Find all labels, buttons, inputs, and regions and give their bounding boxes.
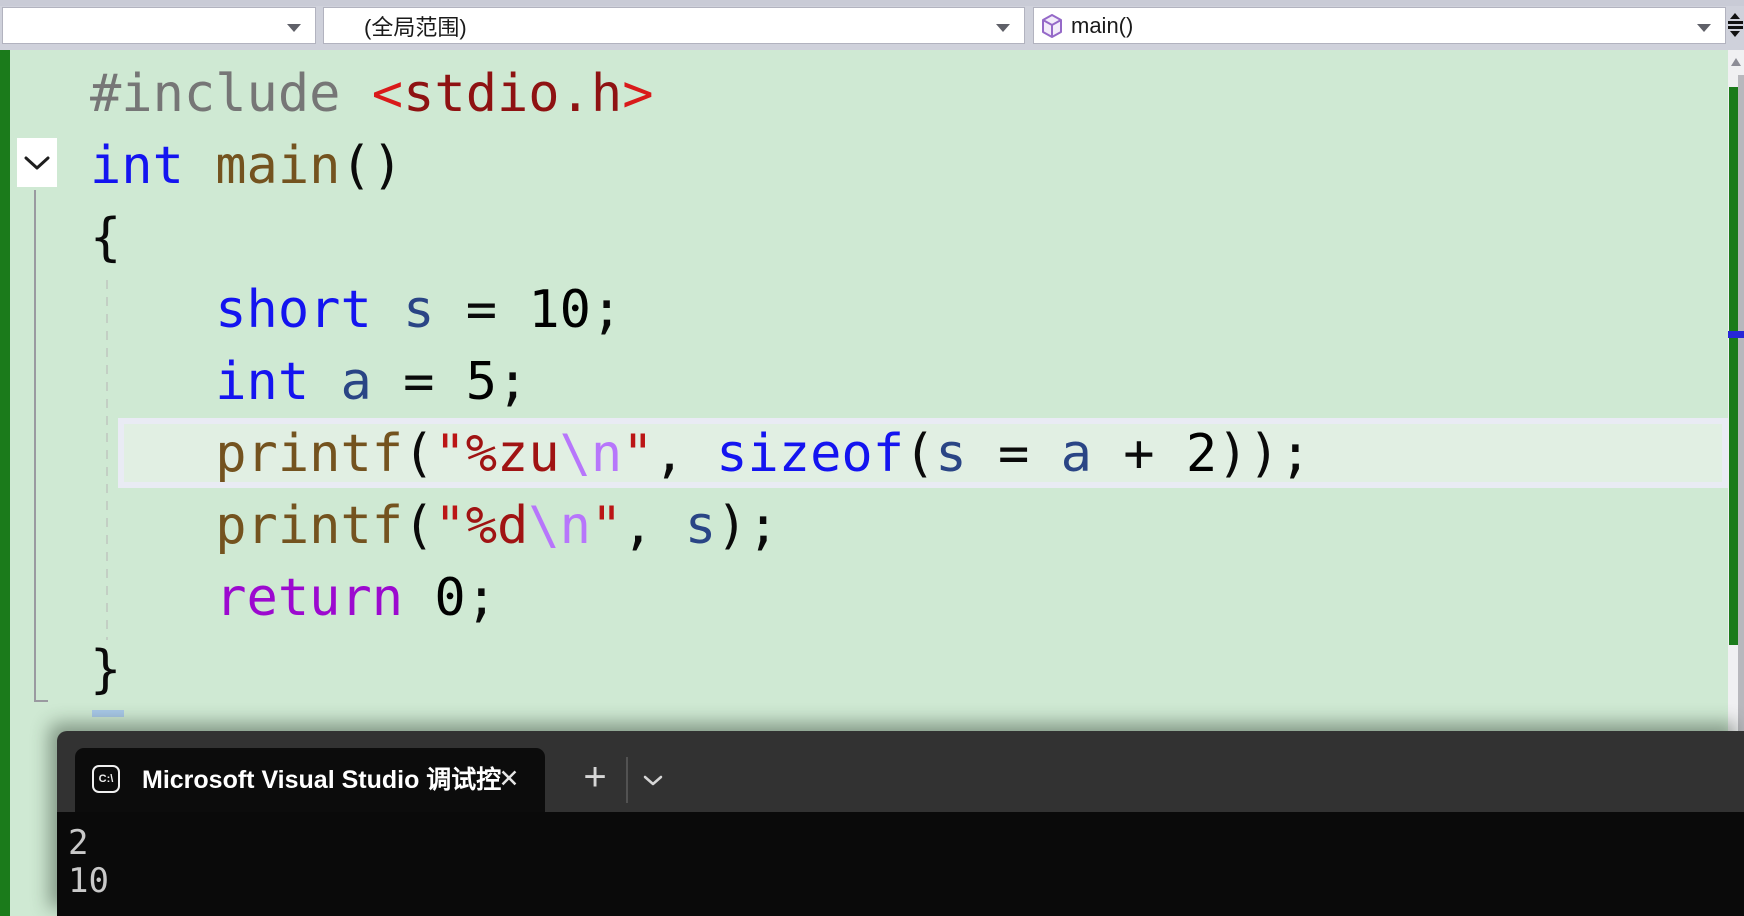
scrollbar-up-arrow-icon[interactable] [1731,58,1741,66]
scope-dropdown-value: (全局范围) [364,14,467,40]
code-line[interactable]: int a = 5; [0,346,1728,418]
code-line[interactable]: short s = 10; [0,274,1728,346]
chevron-down-icon [643,775,663,786]
terminal-tab-title: Microsoft Visual Studio 调试控 [142,766,502,794]
member-dropdown[interactable]: main() [1033,7,1726,44]
code-line[interactable]: printf("%d\n", s); [0,490,1728,562]
console-icon: C:\ [92,765,120,793]
new-tab-button[interactable]: + [569,748,621,812]
editor-scrollbar[interactable] [1728,50,1744,731]
code-line[interactable]: return 0; [0,562,1728,634]
split-bar [1727,26,1743,29]
code-line[interactable]: { [0,202,1728,274]
scrollbar-changes-annotation [1729,87,1738,645]
split-up-arrow [1730,13,1740,19]
member-dropdown-value: main() [1071,12,1134,38]
chevron-down-icon [1697,24,1711,32]
method-cube-icon [1042,13,1062,38]
chevron-down-icon [287,24,301,32]
terminal-output: 2 10 [68,823,109,901]
code-line[interactable]: } [0,634,1728,706]
split-down-arrow [1730,31,1740,37]
scrollbar-caret-annotation [1728,331,1744,338]
terminal-tab[interactable]: C:\ Microsoft Visual Studio 调试控 ✕ [75,748,545,812]
tab-options-button[interactable] [643,773,663,791]
code-line[interactable]: printf("%zu\n", sizeof(s = a + 2)); [0,418,1728,490]
debug-console-panel: C:\ Microsoft Visual Studio 调试控 ✕ + 2 10 [57,731,1744,916]
tabbar-divider [626,757,628,803]
navigation-bar: (全局范围) main() [0,0,1744,50]
scrollbar-thumb[interactable] [1738,75,1744,731]
code-lines: #include <stdio.h> int main(){ short s = … [0,58,1728,706]
scope-dropdown[interactable]: (全局范围) [323,7,1025,44]
project-dropdown[interactable] [2,7,316,44]
split-editor-handle-icon[interactable] [1727,8,1743,42]
code-line[interactable]: int main() [0,130,1728,202]
code-line[interactable]: #include <stdio.h> [0,58,1728,130]
chevron-down-icon [996,24,1010,32]
split-bar [1727,21,1743,24]
close-tab-button[interactable]: ✕ [487,748,531,812]
brace-position-marker [92,710,124,717]
terminal-output-area[interactable]: 2 10 [57,812,1744,916]
